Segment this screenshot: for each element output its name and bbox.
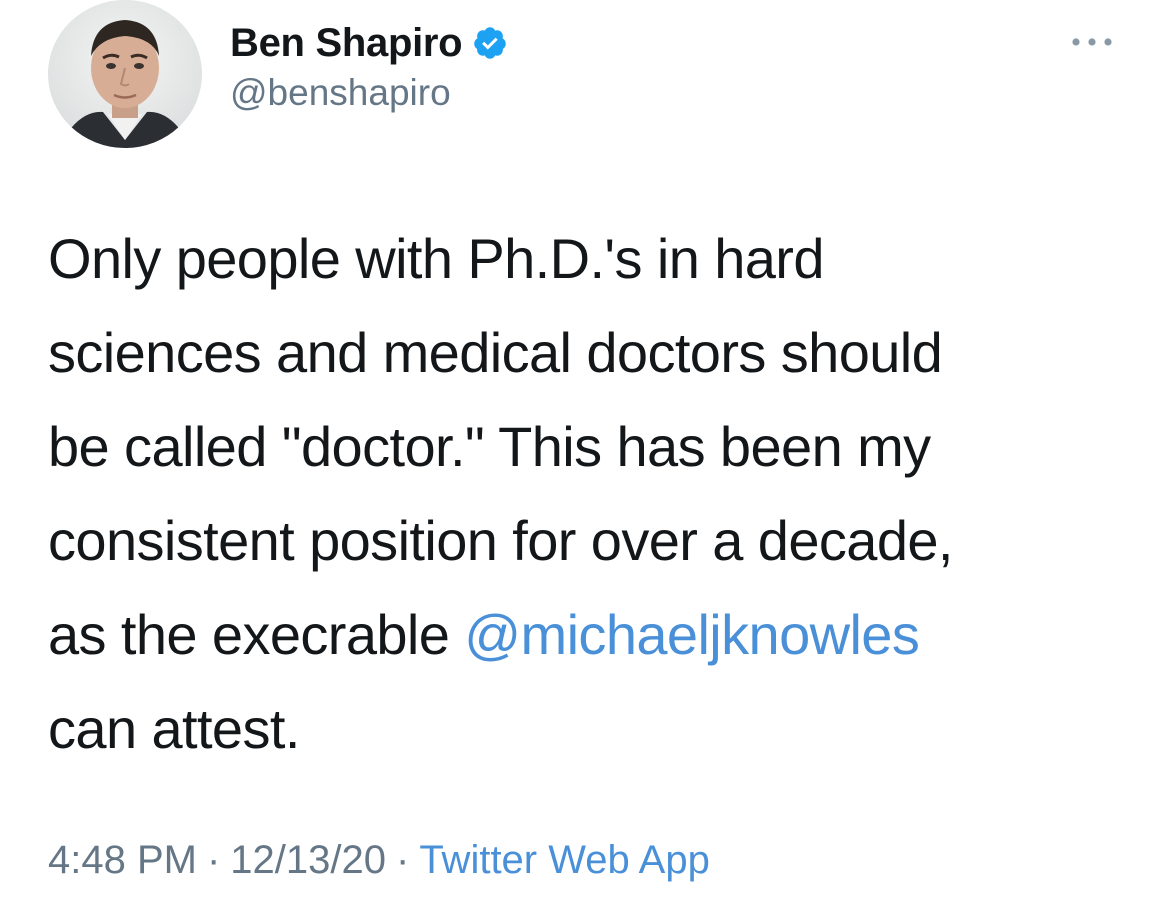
tweet-line-text: as the execrable [48, 603, 465, 666]
tweet-time[interactable]: 4:48 PM [48, 838, 197, 882]
avatar[interactable] [48, 0, 202, 148]
more-options-button[interactable] [1064, 30, 1120, 54]
tweet-date[interactable]: 12/13/20 [230, 838, 386, 882]
display-name[interactable]: Ben Shapiro [230, 21, 463, 66]
tweet-line: can attest. [48, 697, 300, 760]
tweet-line: sciences and medical doctors should [48, 321, 943, 384]
tweet-line: as the execrable @michaeljknowles [48, 588, 1133, 682]
name-row: Ben Shapiro [230, 18, 508, 68]
more-options-icon [1072, 38, 1112, 46]
tweet-line: be called "doctor." This has been my [48, 415, 931, 478]
author-block: Ben Shapiro @benshapiro [230, 18, 508, 114]
meta-separator: · [206, 838, 221, 882]
tweet-card: Ben Shapiro @benshapiro Only people with… [0, 0, 1170, 923]
mention-link[interactable]: @michaeljknowles [464, 603, 920, 666]
tweet-line: Only people with Ph.D.'s in hard [48, 227, 825, 290]
verified-badge-icon [472, 25, 508, 61]
tweet-text: Only people with Ph.D.'s in hard science… [48, 212, 1133, 776]
tweet-metadata: 4:48 PM · 12/13/20 · Twitter Web App [48, 838, 710, 883]
tweet-line: consistent position for over a decade, [48, 509, 953, 572]
user-handle[interactable]: @benshapiro [230, 72, 508, 114]
profile-photo-icon [48, 0, 202, 148]
meta-separator: · [396, 838, 410, 882]
tweet-source-link[interactable]: Twitter Web App [419, 838, 710, 882]
